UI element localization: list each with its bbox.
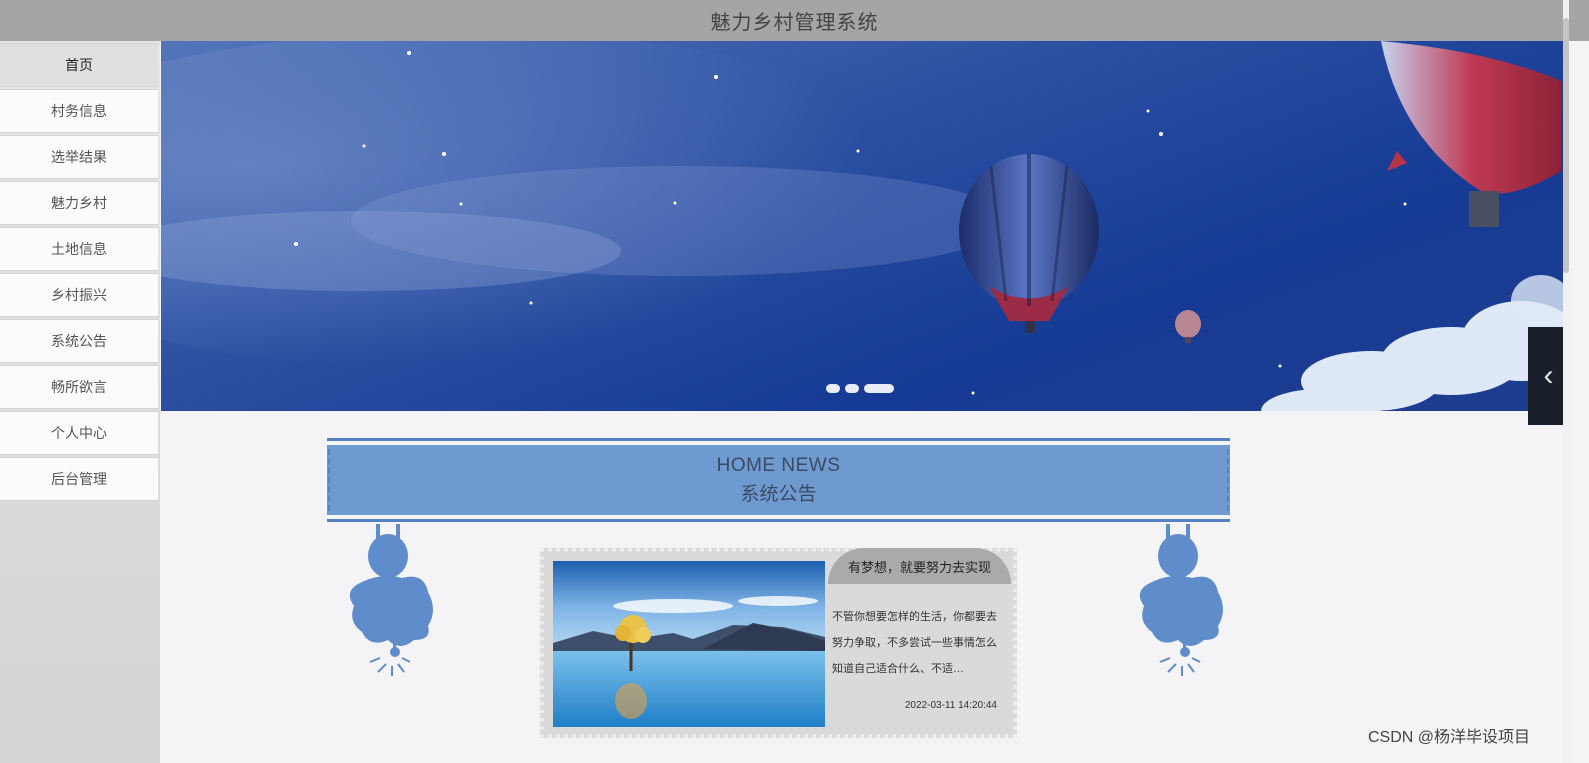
bunny-decoration-left-icon [349, 524, 433, 676]
app-title: 魅力乡村管理系统 [710, 12, 879, 34]
nav-item-admin[interactable]: 后台管理 [0, 457, 158, 501]
news-card-summary: 不管你想要怎样的生活，你都要去努力争取，不多尝试一些事情怎么知道自己适合什么、不… [832, 611, 997, 675]
nav-item-announcements[interactable]: 系统公告 [0, 319, 158, 363]
top-bar: 魅力乡村管理系统 [0, 0, 1589, 41]
section-title-en: HOME NEWS [716, 454, 841, 476]
carousel-dot-1[interactable] [826, 384, 840, 393]
news-card-image[interactable] [553, 561, 825, 727]
section-title-cn: 系统公告 [740, 483, 817, 505]
scrollbar-thumb[interactable] [1563, 18, 1569, 273]
watermark-text: CSDN @杨洋毕设项目 [1368, 729, 1531, 746]
bunny-decoration-right-icon [1139, 524, 1223, 676]
nav-item-forum[interactable]: 畅所欲言 [0, 365, 158, 409]
nav-item-charming-village[interactable]: 魅力乡村 [0, 181, 158, 225]
news-card-title[interactable]: 有梦想，就要努力去实现 [828, 548, 1011, 584]
nav-item-home[interactable]: 首页 [0, 43, 158, 87]
news-card[interactable]: 有梦想，就要努力去实现 不管你想要怎样的生活，你都要去努力争取，不多尝试一些事情… [540, 548, 1017, 738]
news-card-date: 2022-03-11 14:20:44 [904, 700, 997, 711]
nav-item-rural-revitalization[interactable]: 乡村振兴 [0, 273, 158, 317]
nav-item-personal-center[interactable]: 个人中心 [0, 411, 158, 455]
banner-carousel[interactable] [161, 41, 1563, 411]
carousel-dot-2[interactable] [845, 384, 859, 393]
page-scrollbar[interactable] [1563, 0, 1569, 763]
carousel-indicators [826, 384, 894, 393]
nav-item-village-affairs[interactable]: 村务信息 [0, 89, 158, 133]
chevron-left-icon: ‹ [1543, 359, 1554, 392]
nav-item-land-info[interactable]: 土地信息 [0, 227, 158, 271]
nav-item-election-results[interactable]: 选举结果 [0, 135, 158, 179]
carousel-dot-3-active[interactable] [864, 384, 894, 393]
section-header: HOME NEWS 系统公告 [327, 438, 1230, 522]
sidebar-nav: 首页 村务信息 选举结果 魅力乡村 土地信息 乡村振兴 系统公告 畅所欲言 个人… [0, 41, 160, 763]
banner-image [161, 41, 1563, 411]
